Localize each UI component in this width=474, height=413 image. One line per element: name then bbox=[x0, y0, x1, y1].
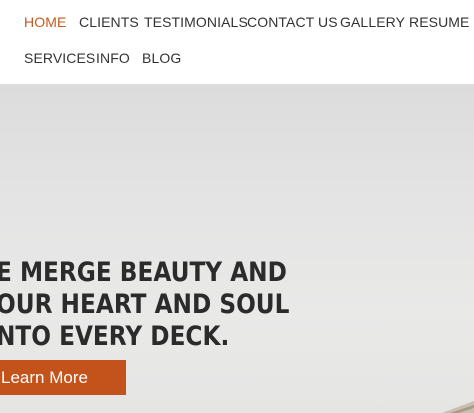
nav-item-contact-us[interactable]: CONTACT US bbox=[247, 12, 338, 32]
nav-row-bottom: SERVICES INFO BLOG bbox=[0, 48, 474, 68]
hero-headline-line-3: NTO EVERY DECK. bbox=[0, 321, 230, 352]
nav-item-blog[interactable]: BLOG bbox=[142, 48, 181, 68]
nav-item-clients[interactable]: CLIENTS bbox=[79, 12, 139, 32]
hero-headline-line-2: OUR HEART AND SOUL bbox=[0, 289, 290, 320]
nav-item-services[interactable]: SERVICES bbox=[24, 48, 95, 68]
hero-headline-line-1: E MERGE BEAUTY AND bbox=[0, 257, 287, 288]
nav-item-home[interactable]: HOME bbox=[24, 12, 66, 32]
nav-item-testimonials[interactable]: TESTIMONIALS bbox=[144, 12, 248, 32]
nav-item-gallery[interactable]: GALLERY bbox=[340, 12, 405, 32]
hero-banner: E MERGE BEAUTY AND OUR HEART AND SOUL NT… bbox=[0, 84, 474, 413]
deck-image-corner bbox=[442, 401, 474, 413]
nav-item-info[interactable]: INFO bbox=[96, 48, 130, 68]
nav-item-resume[interactable]: RESUME bbox=[409, 12, 470, 32]
nav-row-top: HOME CLIENTS TESTIMONIALS CONTACT US GAL… bbox=[0, 12, 474, 32]
learn-more-button[interactable]: Learn More bbox=[0, 360, 126, 395]
main-navigation: HOME CLIENTS TESTIMONIALS CONTACT US GAL… bbox=[0, 0, 474, 84]
